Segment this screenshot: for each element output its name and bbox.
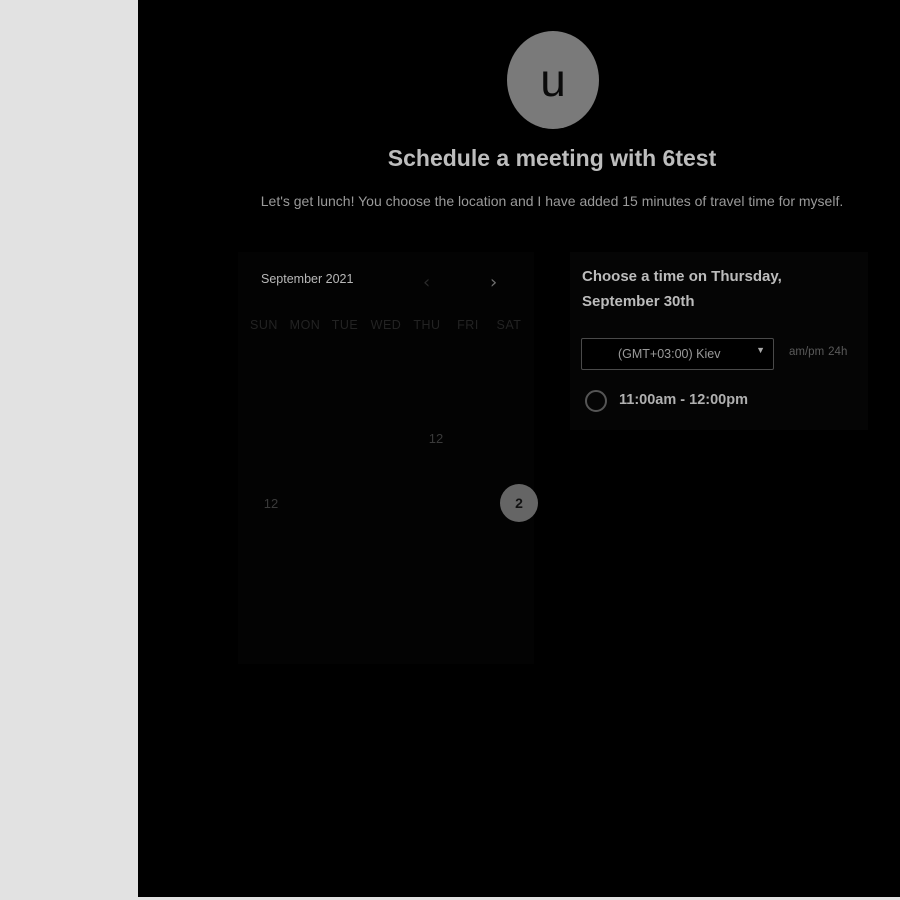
weekday-fri: FRI <box>457 318 479 332</box>
timezone-select[interactable]: (GMT+03:00) Kiev ▼ <box>581 338 774 370</box>
chevron-left-icon[interactable]: ‹ <box>423 272 430 293</box>
time-slot-radio[interactable] <box>585 390 607 412</box>
meeting-description: Let's get lunch! You choose the location… <box>260 193 844 209</box>
avatar-letter: u <box>540 54 566 106</box>
time-heading-line2: September 30th <box>582 293 695 310</box>
host-avatar: u <box>507 31 599 129</box>
weekday-wed: WED <box>370 318 402 332</box>
weekday-sun: SUN <box>250 318 278 332</box>
chevron-right-icon[interactable]: › <box>490 272 497 293</box>
time-format-toggle: am/pm 24h <box>789 346 851 358</box>
caret-down-icon: ▼ <box>756 345 765 355</box>
timezone-label: (GMT+03:00) Kiev <box>618 347 721 361</box>
calendar-day: 12 <box>263 495 279 511</box>
time-heading-line1: Choose a time on Thursday, <box>582 268 782 285</box>
calendar-month-label: September 2021 <box>261 272 354 286</box>
calendar-day: 12 <box>428 430 444 446</box>
calendar-day-selected[interactable]: 2 <box>500 484 538 522</box>
weekday-sat: SAT <box>496 318 522 332</box>
page-title: Schedule a meeting with 6test <box>387 145 717 171</box>
weekday-tue: TUE <box>331 318 359 332</box>
format-ampm-option[interactable]: am/pm <box>789 346 824 358</box>
time-panel-heading: Choose a time on Thursday, September 30th <box>582 264 842 314</box>
weekday-thu: THU <box>413 318 441 332</box>
time-slot-label[interactable]: 11:00am - 12:00pm <box>619 392 748 408</box>
calendar-panel <box>238 252 534 664</box>
format-24h-option[interactable]: 24h <box>828 346 847 358</box>
weekday-mon: MON <box>289 318 321 332</box>
